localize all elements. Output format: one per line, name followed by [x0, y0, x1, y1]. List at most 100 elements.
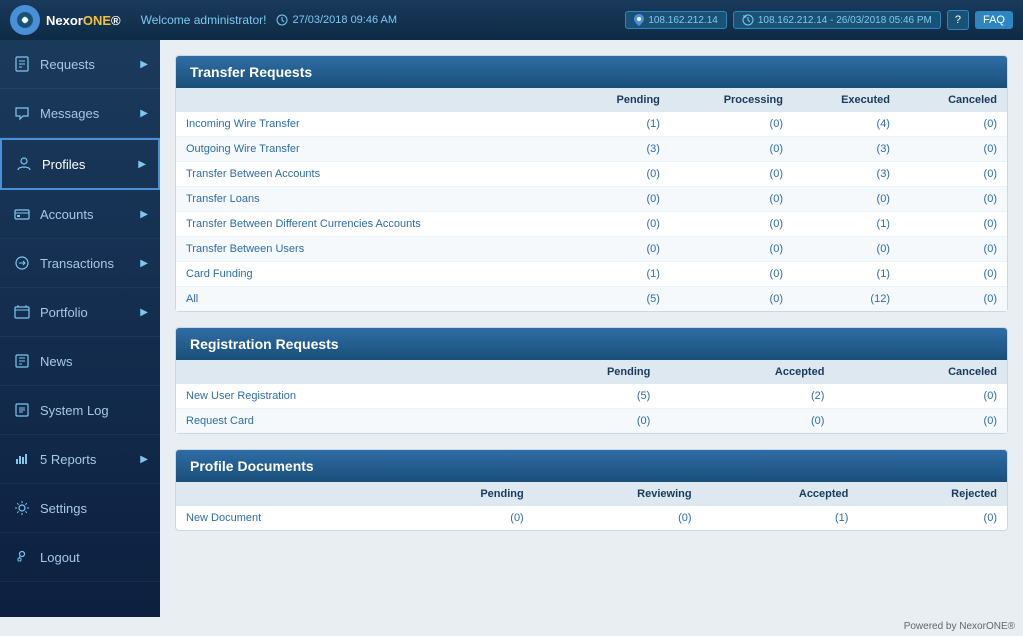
row-canceled: (0) — [900, 287, 1007, 312]
row-pending: (0) — [391, 506, 534, 530]
sidebar-item-profiles[interactable]: Profiles ▶ — [0, 138, 160, 190]
sidebar-item-settings-inner: Settings — [12, 498, 87, 518]
row-label[interactable]: New User Registration — [176, 384, 502, 409]
transfer-requests-table: Pending Processing Executed Canceled Inc… — [176, 88, 1007, 311]
systemlog-label: System Log — [40, 403, 109, 418]
row-rejected: (0) — [858, 506, 1007, 530]
row-canceled: (0) — [834, 384, 1007, 409]
row-processing: (0) — [670, 137, 793, 162]
row-label[interactable]: Request Card — [176, 409, 502, 434]
registration-requests-body: New User Registration (5) (2) (0) Reques… — [176, 384, 1007, 433]
row-pending: (1) — [572, 262, 670, 287]
row-canceled: (0) — [900, 162, 1007, 187]
row-canceled: (0) — [900, 237, 1007, 262]
logo-text: NexorONE® — [46, 13, 121, 28]
col-label — [176, 88, 572, 112]
sidebar-item-news[interactable]: News — [0, 337, 160, 386]
requests-icon — [12, 54, 32, 74]
row-accepted: (2) — [660, 384, 834, 409]
row-reviewing: (0) — [534, 506, 702, 530]
sidebar-item-reports[interactable]: 5 Reports ▶ — [0, 435, 160, 484]
faq-button[interactable]: FAQ — [975, 11, 1013, 29]
row-executed: (0) — [793, 237, 900, 262]
transfer-requests-body: Incoming Wire Transfer (1) (0) (4) (0) O… — [176, 112, 1007, 311]
doc-col-label — [176, 482, 391, 506]
reg-col-accepted: Accepted — [660, 360, 834, 384]
logo: NexorONE® — [10, 5, 121, 35]
row-label[interactable]: Card Funding — [176, 262, 572, 287]
sidebar-item-transactions[interactable]: Transactions ▶ — [0, 239, 160, 288]
doc-col-pending: Pending — [391, 482, 534, 506]
sidebar-item-systemlog[interactable]: System Log — [0, 386, 160, 435]
transfer-requests-header-row: Pending Processing Executed Canceled — [176, 88, 1007, 112]
row-processing: (0) — [670, 162, 793, 187]
profile-documents-header-row: Pending Reviewing Accepted Rejected — [176, 482, 1007, 506]
table-row: Card Funding (1) (0) (1) (0) — [176, 262, 1007, 287]
row-accepted: (1) — [702, 506, 859, 530]
row-executed: (3) — [793, 162, 900, 187]
ip-location-text: 108.162.212.14 — [648, 15, 718, 26]
transactions-chevron: ▶ — [140, 258, 148, 269]
row-executed: (4) — [793, 112, 900, 137]
sidebar-item-messages[interactable]: Messages ▶ — [0, 89, 160, 138]
portfolio-chevron: ▶ — [140, 307, 148, 318]
doc-col-accepted: Accepted — [702, 482, 859, 506]
row-processing: (0) — [670, 237, 793, 262]
row-pending: (0) — [572, 212, 670, 237]
row-executed: (1) — [793, 262, 900, 287]
accounts-chevron: ▶ — [140, 209, 148, 220]
systemlog-icon — [12, 400, 32, 420]
table-row: New User Registration (5) (2) (0) — [176, 384, 1007, 409]
sidebar-item-news-inner: News — [12, 351, 73, 371]
messages-label: Messages — [40, 106, 99, 121]
registration-requests-table: Pending Accepted Canceled New User Regis… — [176, 360, 1007, 433]
main-content: Transfer Requests Pending Processing Exe… — [160, 40, 1023, 617]
transactions-label: Transactions — [40, 256, 114, 271]
row-pending: (1) — [572, 112, 670, 137]
row-label[interactable]: Transfer Between Different Currencies Ac… — [176, 212, 572, 237]
sidebar-item-transactions-inner: Transactions — [12, 253, 114, 273]
row-processing: (0) — [670, 262, 793, 287]
transfer-requests-header: Transfer Requests — [176, 56, 1007, 88]
reg-col-label — [176, 360, 502, 384]
sidebar-item-requests[interactable]: Requests ▶ — [0, 40, 160, 89]
table-row: Incoming Wire Transfer (1) (0) (4) (0) — [176, 112, 1007, 137]
sidebar-item-logout[interactable]: Logout — [0, 533, 160, 582]
col-canceled: Canceled — [900, 88, 1007, 112]
registration-requests-header-row: Pending Accepted Canceled — [176, 360, 1007, 384]
question-button[interactable]: ? — [947, 10, 969, 30]
row-executed: (1) — [793, 212, 900, 237]
messages-chevron: ▶ — [140, 108, 148, 119]
row-label[interactable]: Incoming Wire Transfer — [176, 112, 572, 137]
row-label[interactable]: Transfer Between Accounts — [176, 162, 572, 187]
row-label[interactable]: New Document — [176, 506, 391, 530]
profile-documents-body: New Document (0) (0) (1) (0) — [176, 506, 1007, 530]
row-pending: (3) — [572, 137, 670, 162]
row-processing: (0) — [670, 187, 793, 212]
sidebar-item-accounts[interactable]: Accounts ▶ — [0, 190, 160, 239]
requests-chevron: ▶ — [140, 59, 148, 70]
row-label[interactable]: All — [176, 287, 572, 312]
row-label[interactable]: Transfer Loans — [176, 187, 572, 212]
logout-label: Logout — [40, 550, 80, 565]
location-icon — [634, 14, 644, 26]
ip-session-badge: 108.162.212.14 - 26/03/2018 05:46 PM — [733, 11, 941, 29]
history-icon — [742, 14, 754, 26]
row-canceled: (0) — [900, 137, 1007, 162]
sidebar-item-settings[interactable]: Settings — [0, 484, 160, 533]
row-canceled: (0) — [900, 187, 1007, 212]
row-label[interactable]: Transfer Between Users — [176, 237, 572, 262]
settings-label: Settings — [40, 501, 87, 516]
row-label[interactable]: Outgoing Wire Transfer — [176, 137, 572, 162]
profiles-icon — [14, 154, 34, 174]
table-row: Transfer Between Users (0) (0) (0) (0) — [176, 237, 1007, 262]
reports-label: 5 Reports — [40, 452, 96, 467]
profile-documents-table: Pending Reviewing Accepted Rejected New … — [176, 482, 1007, 530]
sidebar-item-portfolio[interactable]: Portfolio ▶ — [0, 288, 160, 337]
datetime-text: 27/03/2018 09:46 AM — [292, 14, 397, 26]
portfolio-label: Portfolio — [40, 305, 88, 320]
table-row: Transfer Between Different Currencies Ac… — [176, 212, 1007, 237]
header-right: 108.162.212.14 108.162.212.14 - 26/03/20… — [625, 10, 1013, 30]
profiles-label: Profiles — [42, 157, 85, 172]
row-canceled: (0) — [900, 262, 1007, 287]
